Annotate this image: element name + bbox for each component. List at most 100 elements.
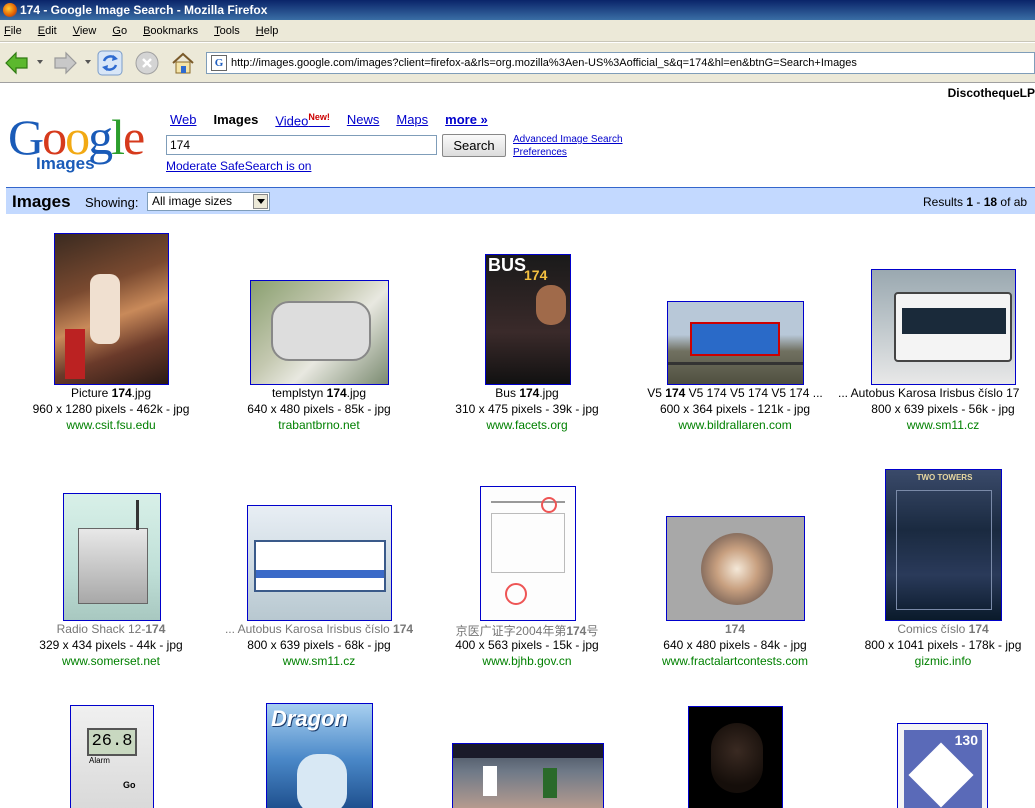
result-meta: 640 x 480 pixels - 85k - jpg xyxy=(247,402,391,416)
result-caption[interactable]: V5 174 V5 174 V5 174 V5 174 ... xyxy=(635,386,835,400)
tab-web[interactable]: Web xyxy=(170,112,197,128)
google-images-logo[interactable]: Google Images xyxy=(8,112,158,176)
result-caption[interactable]: Bus 174.jpg xyxy=(432,386,622,400)
advanced-links: Advanced Image Search Preferences xyxy=(513,133,623,159)
thumbnail-image[interactable]: BUS 174 xyxy=(485,254,571,385)
caption-text: .jpg xyxy=(539,386,559,400)
tab-images: Images xyxy=(213,112,259,127)
safesearch-link[interactable]: Moderate SafeSearch is on xyxy=(166,159,311,173)
logo-letter: e xyxy=(123,109,145,165)
thumbnail-image[interactable]: 26.8 Alarm Go xyxy=(70,705,154,808)
result-caption[interactable]: ... Autobus Karosa Irisbus číslo 17 xyxy=(838,386,1035,400)
thumb-bus-title: BUS xyxy=(488,255,527,275)
menu-file[interactable]: File xyxy=(4,25,22,37)
thumb-face xyxy=(536,285,566,325)
thumbnail-image[interactable] xyxy=(54,233,169,385)
menu-bookmarks[interactable]: Bookmarks xyxy=(143,25,198,37)
result-site: www.bildrallaren.com xyxy=(678,418,792,432)
thumb-fractal xyxy=(701,533,773,605)
preferences-link[interactable]: Preferences xyxy=(513,146,623,159)
thumbnail-image[interactable] xyxy=(63,493,161,621)
result-site: trabantbrno.net xyxy=(278,418,360,432)
forward-arrow-icon xyxy=(54,51,77,75)
caption-text: V5 174 V5 174 V5 174 ... xyxy=(685,386,823,400)
account-name: DiscothequeLP xyxy=(947,86,1035,100)
thumb-doc-seal xyxy=(505,583,527,605)
tab-maps[interactable]: Maps xyxy=(396,112,428,128)
forward-button[interactable] xyxy=(52,50,78,76)
result-site: www.somerset.net xyxy=(61,654,161,668)
result-caption[interactable]: ... Autobus Karosa Irisbus číslo 174 xyxy=(214,622,424,636)
thumb-comic-title: TWO TOWERS xyxy=(916,473,973,482)
thumb-bus-number: 174 xyxy=(524,267,548,283)
logo-subtitle: Images xyxy=(36,154,95,173)
results-bar: Images Showing: All image sizes Results … xyxy=(6,187,1035,214)
caption-text: templstyn xyxy=(271,386,327,400)
thumbnail-image[interactable] xyxy=(250,280,389,385)
tab-video-label: Video xyxy=(275,113,309,129)
back-arrow-icon xyxy=(5,51,28,75)
menu-tools[interactable]: Tools xyxy=(214,25,240,37)
caption-match: 174 xyxy=(326,386,347,400)
thumbnail-image[interactable]: Dragon xyxy=(266,703,373,808)
result-caption[interactable]: templstyn 174.jpg xyxy=(224,386,414,400)
thumb-bus xyxy=(254,540,386,592)
caption-match: 174 xyxy=(724,622,746,636)
thumb-comic-panels xyxy=(896,490,992,610)
result-meta: 800 x 1041 pixels - 178k - jpg xyxy=(864,638,1022,652)
result-caption[interactable]: Radio Shack 12-174 xyxy=(16,622,206,636)
caption-text: 号 xyxy=(586,624,599,638)
menu-help[interactable]: Help xyxy=(256,25,279,37)
menu-go[interactable]: Go xyxy=(112,25,127,37)
result-site: www.sm11.cz xyxy=(906,418,980,432)
caption-match: 174 xyxy=(111,386,132,400)
caption-text: Picture xyxy=(70,386,112,400)
google-favicon-icon: G xyxy=(211,55,227,71)
tab-video[interactable]: VideoNew! xyxy=(275,112,330,128)
thumbnail-image[interactable] xyxy=(247,505,392,621)
dropdown-arrow-icon xyxy=(253,194,268,209)
result-meta: 310 x 475 pixels - 39k - jpg xyxy=(455,402,599,416)
back-history-dropdown-icon[interactable] xyxy=(37,60,43,64)
thumb-bus-windows xyxy=(902,308,1006,334)
home-button[interactable] xyxy=(170,50,196,76)
window-title: 174 - Google Image Search - Mozilla Fire… xyxy=(20,3,268,17)
thumbnail-image[interactable] xyxy=(666,516,805,621)
thumb-stamp-bg: 130 xyxy=(904,730,982,808)
tab-news[interactable]: News xyxy=(347,112,380,128)
thumb-dragon-title: Dragon xyxy=(271,706,348,731)
address-bar[interactable]: G http://images.google.com/images?client… xyxy=(206,52,1035,74)
thumbnail-image[interactable] xyxy=(667,301,804,385)
forward-history-dropdown-icon[interactable] xyxy=(85,60,91,64)
caption-match: 174 xyxy=(519,386,540,400)
thumb-stamp-diamond xyxy=(908,742,974,808)
result-caption[interactable]: Comics číslo 174 xyxy=(848,622,1035,636)
image-size-selected: All image sizes xyxy=(152,194,233,208)
image-size-select[interactable]: All image sizes xyxy=(147,192,270,211)
menu-edit[interactable]: Edit xyxy=(38,25,57,37)
thumbnail-image[interactable] xyxy=(871,269,1016,385)
thumb-portrait xyxy=(711,723,763,793)
result-caption[interactable]: 174 xyxy=(640,622,830,636)
tab-more[interactable]: more » xyxy=(445,112,488,128)
advanced-image-search-link[interactable]: Advanced Image Search xyxy=(513,133,623,146)
thumbnail-image[interactable] xyxy=(688,706,783,808)
menu-view[interactable]: View xyxy=(73,25,97,37)
search-tabs: Web Images VideoNew! News Maps more » xyxy=(170,112,505,128)
thumbnail-image[interactable] xyxy=(480,486,576,621)
thumbnail-image[interactable] xyxy=(452,743,604,808)
search-button[interactable]: Search xyxy=(442,134,506,157)
search-input[interactable]: 174 xyxy=(166,135,437,155)
stop-button[interactable] xyxy=(134,50,160,76)
back-button[interactable] xyxy=(4,50,30,76)
results-suffix: of ab xyxy=(997,195,1028,209)
thumbnail-image[interactable]: TWO TOWERS xyxy=(885,469,1002,621)
result-caption[interactable]: Picture 174.jpg xyxy=(16,386,206,400)
caption-match: 174 xyxy=(145,622,166,636)
result-caption[interactable]: 京医广证字2004年第174号 xyxy=(432,622,622,639)
reload-button[interactable] xyxy=(97,50,123,76)
result-meta: 800 x 639 pixels - 68k - jpg xyxy=(247,638,391,652)
thumb-stamp-value: 130 xyxy=(954,732,978,748)
thumbnail-image[interactable]: 130 xyxy=(897,723,988,808)
caption-match: 174 xyxy=(393,622,414,636)
